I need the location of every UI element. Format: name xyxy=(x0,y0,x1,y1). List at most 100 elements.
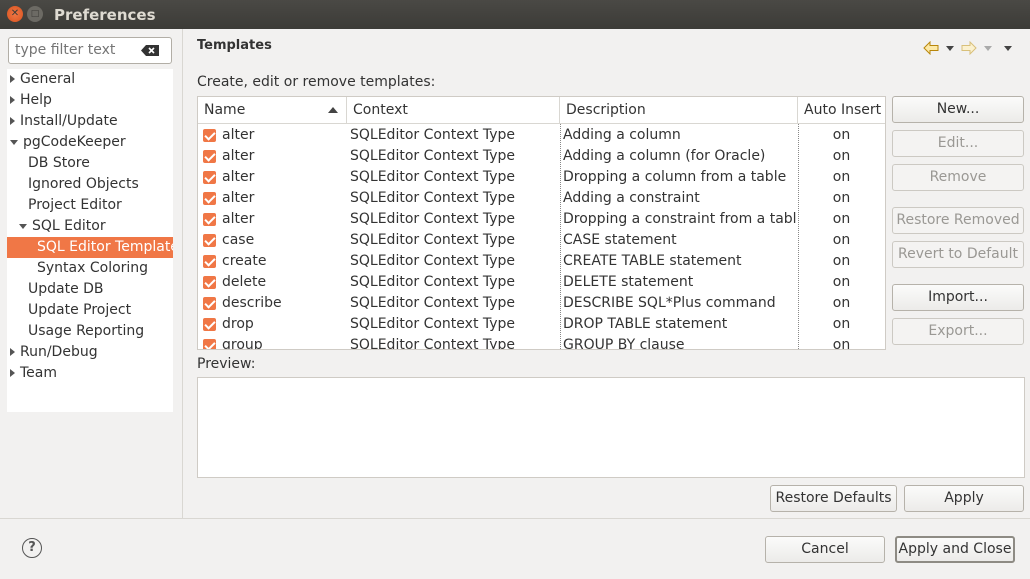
cell-description: GROUP BY clause xyxy=(563,337,685,350)
cell-context: SQLEditor Context Type xyxy=(350,232,516,248)
filter-input[interactable] xyxy=(15,42,135,58)
enabled-checkbox[interactable] xyxy=(203,255,216,268)
enabled-checkbox[interactable] xyxy=(203,276,216,289)
cell-description: Dropping a constraint from a table xyxy=(563,211,797,227)
maximize-icon[interactable]: □ xyxy=(27,6,43,22)
table-row[interactable]: delete SQLEditor Context Type DELETE state… xyxy=(198,272,885,293)
tree-item-team[interactable]: Team xyxy=(7,363,173,384)
tree-item-ignored-objects[interactable]: Ignored Objects xyxy=(7,174,173,195)
cell-context: SQLEditor Context Type xyxy=(350,274,516,290)
tree-item-general[interactable]: General xyxy=(7,69,173,90)
enabled-checkbox[interactable] xyxy=(203,318,216,331)
cell-name: alter xyxy=(222,148,255,164)
tree-item-label: Run/Debug xyxy=(20,344,98,360)
preview-area[interactable] xyxy=(197,377,1025,478)
page-description: Create, edit or remove templates: xyxy=(197,74,436,90)
enabled-checkbox[interactable] xyxy=(203,339,216,349)
table-row[interactable]: alter SQLEditor Context Type Dropping a co… xyxy=(198,167,885,188)
cell-name: drop xyxy=(222,316,254,332)
cell-context: SQLEditor Context Type xyxy=(350,316,516,332)
cancel-button[interactable]: Cancel xyxy=(765,536,885,563)
apply-button[interactable]: Apply xyxy=(904,485,1024,512)
enabled-checkbox[interactable] xyxy=(203,213,216,226)
tree-item-label: Install/Update xyxy=(20,113,118,129)
enabled-checkbox[interactable] xyxy=(203,234,216,247)
close-icon[interactable]: ✕ xyxy=(7,6,23,22)
cell-context: SQLEditor Context Type xyxy=(350,253,516,269)
expanded-arrow-icon[interactable] xyxy=(10,139,18,145)
page-navigation xyxy=(922,40,1018,56)
column-header-description[interactable]: Description xyxy=(560,97,798,124)
tree-item-update-project[interactable]: Update Project xyxy=(7,300,173,321)
column-header-auto-insert[interactable]: Auto Insert xyxy=(798,97,885,124)
tree-item-label: pgCodeKeeper xyxy=(23,134,126,150)
cell-description: DELETE statement xyxy=(563,274,694,290)
cell-name: group xyxy=(222,337,263,350)
column-header-context[interactable]: Context xyxy=(347,97,560,124)
templates-table[interactable]: Name Context Description Auto Insert alt… xyxy=(197,96,886,350)
view-menu-icon[interactable] xyxy=(1004,45,1012,51)
tree-item-label: Update DB xyxy=(28,281,104,297)
table-row[interactable]: group SQLEditor Context Type GROUP BY clau… xyxy=(198,335,885,350)
new-button[interactable]: New... xyxy=(892,96,1024,123)
tree-item-update-db[interactable]: Update DB xyxy=(7,279,173,300)
tree-item-sql-editor-templates[interactable]: SQL Editor Templates xyxy=(7,237,173,258)
enabled-checkbox[interactable] xyxy=(203,297,216,310)
tree-item-sql-editor[interactable]: SQL Editor xyxy=(7,216,173,237)
restore-removed-button[interactable]: Restore Removed xyxy=(892,207,1024,234)
tree-item-label: Team xyxy=(20,365,58,381)
tree-item-project-editor[interactable]: Project Editor xyxy=(7,195,173,216)
help-icon[interactable]: ? xyxy=(22,538,42,558)
import-button[interactable]: Import... xyxy=(892,284,1024,311)
sort-ascending-icon xyxy=(328,107,338,113)
tree-item-label: DB Store xyxy=(28,155,90,171)
filter-field[interactable] xyxy=(8,37,172,64)
remove-button[interactable]: Remove xyxy=(892,164,1024,191)
clear-icon[interactable] xyxy=(141,45,159,56)
table-row[interactable]: describe SQLEditor Context Type DESCRIBE S… xyxy=(198,293,885,314)
table-row[interactable]: create SQLEditor Context Type CREATE TABLE… xyxy=(198,251,885,272)
column-header-name[interactable]: Name xyxy=(198,97,347,124)
cell-name: create xyxy=(222,253,267,269)
apply-and-close-button[interactable]: Apply and Close xyxy=(895,536,1015,563)
table-row[interactable]: case SQLEditor Context Type CASE statement… xyxy=(198,230,885,251)
table-row[interactable]: alter SQLEditor Context Type Adding a colu… xyxy=(198,125,885,146)
table-row[interactable]: alter SQLEditor Context Type Adding a cons… xyxy=(198,188,885,209)
cell-name: alter xyxy=(222,211,255,227)
collapsed-arrow-icon[interactable] xyxy=(10,75,15,83)
tree-item-db-store[interactable]: DB Store xyxy=(7,153,173,174)
enabled-checkbox[interactable] xyxy=(203,129,216,142)
cell-auto-insert: on xyxy=(832,211,851,227)
preferences-tree: General Help Install/Update pgCodeKeeper DB … xyxy=(7,69,173,412)
collapsed-arrow-icon[interactable] xyxy=(10,96,15,104)
back-dropdown-icon[interactable] xyxy=(946,45,954,51)
cell-context: SQLEditor Context Type xyxy=(350,190,516,206)
export-button[interactable]: Export... xyxy=(892,318,1024,345)
tree-item-usage-reporting[interactable]: Usage Reporting xyxy=(7,321,173,342)
table-row[interactable]: alter SQLEditor Context Type Dropping a co… xyxy=(198,209,885,230)
revert-to-default-button[interactable]: Revert to Default xyxy=(892,241,1024,268)
collapsed-arrow-icon[interactable] xyxy=(10,117,15,125)
expanded-arrow-icon[interactable] xyxy=(19,223,27,229)
column-divider xyxy=(798,124,799,349)
enabled-checkbox[interactable] xyxy=(203,171,216,184)
forward-arrow-icon xyxy=(960,40,978,56)
tree-item-pgcodekeeper[interactable]: pgCodeKeeper xyxy=(7,132,173,153)
table-row[interactable]: drop SQLEditor Context Type DROP TABLE sta… xyxy=(198,314,885,335)
collapsed-arrow-icon[interactable] xyxy=(10,348,15,356)
tree-item-run-debug[interactable]: Run/Debug xyxy=(7,342,173,363)
cell-auto-insert: on xyxy=(832,274,851,290)
table-row[interactable]: alter SQLEditor Context Type Adding a colu… xyxy=(198,146,885,167)
cell-description: DROP TABLE statement xyxy=(563,316,728,332)
collapsed-arrow-icon[interactable] xyxy=(10,369,15,377)
enabled-checkbox[interactable] xyxy=(203,150,216,163)
edit-button[interactable]: Edit... xyxy=(892,130,1024,157)
back-arrow-icon[interactable] xyxy=(922,40,940,56)
tree-item-syntax-coloring[interactable]: Syntax Coloring xyxy=(7,258,173,279)
tree-item-help[interactable]: Help xyxy=(7,90,173,111)
tree-item-install-update[interactable]: Install/Update xyxy=(7,111,173,132)
cell-description: CASE statement xyxy=(563,232,677,248)
cell-auto-insert: on xyxy=(832,190,851,206)
enabled-checkbox[interactable] xyxy=(203,192,216,205)
restore-defaults-button[interactable]: Restore Defaults xyxy=(770,485,897,512)
